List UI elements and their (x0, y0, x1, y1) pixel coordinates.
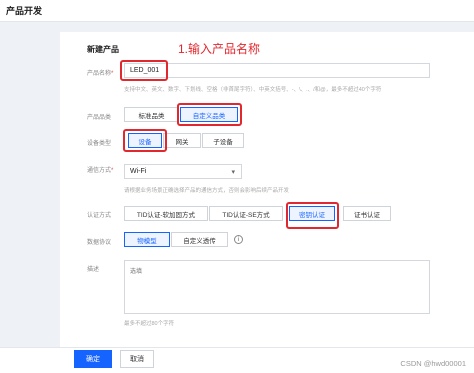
category-option-standard[interactable]: 标准品类 (124, 107, 179, 122)
confirm-button[interactable]: 确定 (74, 350, 112, 368)
new-product-form: 新建产品 1.输入产品名称 产品名称* LED_001 支持中文、英文、数字、下… (60, 32, 474, 347)
page-title: 产品开发 (6, 6, 43, 16)
comm-method-hint: 请根据业务场景正确选择产品的通信方式，否则会影响后续产品开发 (124, 188, 290, 194)
comm-method-label: 通信方式* (87, 168, 114, 174)
auth-option-tid-soft[interactable]: TID认证-软加固方式 (124, 206, 208, 221)
product-name-label: 产品名称* (87, 71, 114, 77)
comm-method-select[interactable]: Wi-Fi ▾ (124, 164, 242, 179)
watermark-text: CSDN @hwd00001 (400, 359, 466, 368)
auth-option-tid-se[interactable]: TID认证-SE方式 (209, 206, 283, 221)
product-category-label: 产品品类 (87, 115, 112, 121)
auth-option-cert[interactable]: 证书认证 (343, 206, 391, 221)
description-label: 描述 (87, 267, 100, 273)
protocol-option-model[interactable]: 物模型 (124, 232, 170, 247)
product-name-input[interactable]: LED_001 (124, 63, 430, 78)
highlight-category (177, 103, 242, 126)
page-header: 产品开发 (0, 0, 474, 22)
highlight-device-type (123, 129, 167, 152)
protocol-option-custom[interactable]: 自定义透传 (171, 232, 228, 247)
device-type-option-subdevice[interactable]: 子设备 (202, 133, 244, 148)
highlight-product-name (120, 60, 168, 81)
highlight-auth-method (286, 202, 339, 229)
annotation-step-1: 1.输入产品名称 (178, 42, 261, 56)
section-title: 新建产品 (87, 45, 119, 54)
data-protocol-label: 数据协议 (87, 240, 112, 246)
product-name-hint: 支持中文、英文、数字、下划线、空格（非首尾字符）、中英文括号、-、\、.、/和@… (124, 87, 382, 93)
cancel-button[interactable]: 取消 (120, 350, 154, 368)
info-icon[interactable]: i (234, 235, 243, 244)
auth-method-label: 认证方式 (87, 213, 112, 219)
description-textarea[interactable] (124, 260, 430, 314)
device-type-option-gateway[interactable]: 网关 (163, 133, 201, 148)
comm-method-value: Wi-Fi (130, 168, 147, 175)
description-hint: 最多不超过80个字符 (124, 321, 175, 327)
chevron-down-icon: ▾ (231, 169, 235, 176)
device-type-label: 设备类型 (87, 141, 112, 147)
